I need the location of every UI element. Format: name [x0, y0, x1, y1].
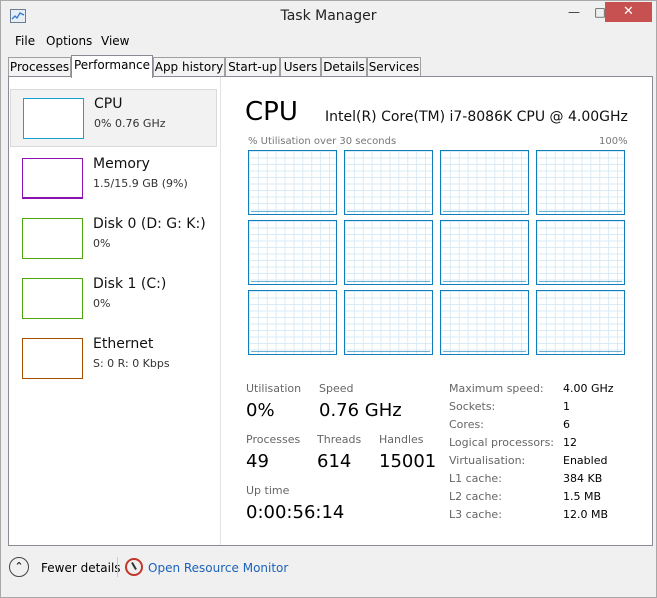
disk-1-thumbnail-graph [22, 278, 83, 319]
logical-processor-graph [536, 220, 625, 285]
resource-subtitle: 0% 0.76 GHz [94, 117, 166, 130]
menu-options[interactable]: Options [46, 34, 92, 48]
resource-subtitle: S: 0 R: 0 Kbps [93, 357, 170, 370]
logical-processor-graphs[interactable] [248, 150, 628, 356]
resource-item-disk-1[interactable]: Disk 1 (C:) 0% [10, 270, 217, 328]
menu-view[interactable]: View [101, 34, 129, 48]
cpu-thumbnail-graph [23, 98, 84, 139]
logical-processor-graph [248, 290, 337, 355]
resource-subtitle: 1.5/15.9 GB (9%) [93, 177, 188, 190]
resource-list: CPU 0% 0.76 GHz Memory 1.5/15.9 GB (9%) … [9, 77, 221, 545]
info-row: L1 cache: 384 KB [449, 472, 649, 490]
utilisation-value: 0% [246, 400, 275, 421]
speed-value: 0.76 GHz [319, 400, 402, 421]
info-key: Sockets: [449, 400, 496, 413]
minimize-button[interactable]: — [561, 2, 587, 22]
info-key: L1 cache: [449, 472, 502, 485]
info-row: Logical processors: 12 [449, 436, 649, 454]
title-bar[interactable]: Task Manager — □ ✕ [1, 1, 656, 32]
graph-caption: % Utilisation over 30 seconds [248, 136, 397, 147]
window-title: Task Manager [280, 8, 377, 24]
info-value: 1 [563, 400, 570, 413]
info-key: Cores: [449, 418, 484, 431]
info-row: Sockets: 1 [449, 400, 649, 418]
cpu-detail-pane: CPU Intel(R) Core(TM) i7-8086K CPU @ 4.0… [231, 77, 651, 545]
handles-value: 15001 [379, 451, 437, 472]
memory-thumbnail-graph [22, 158, 83, 199]
resource-title: Disk 1 (C:) [93, 276, 167, 292]
processes-label: Processes [246, 433, 301, 446]
resource-item-memory[interactable]: Memory 1.5/15.9 GB (9%) [10, 150, 217, 208]
footer-bar: ⌃ Fewer details Open Resource Monitor [1, 547, 656, 597]
info-key: Logical processors: [449, 436, 555, 449]
fewer-details-button[interactable]: Fewer details [41, 561, 121, 575]
tab-app-history[interactable]: App history [153, 57, 225, 77]
footer-divider [117, 557, 118, 577]
resource-title: Memory [93, 156, 150, 172]
resource-title: Ethernet [93, 336, 154, 352]
processes-value: 49 [246, 451, 269, 472]
resource-title: Disk 0 (D: G: K:) [93, 216, 206, 232]
utilisation-label: Utilisation [246, 382, 302, 395]
menu-file[interactable]: File [15, 34, 35, 48]
info-row: Virtualisation: Enabled [449, 454, 649, 472]
tab-processes[interactable]: Processes [8, 57, 71, 77]
speed-label: Speed [319, 382, 354, 395]
info-key: L2 cache: [449, 490, 502, 503]
info-value: 1.5 MB [563, 490, 602, 503]
logical-processor-graph [440, 220, 529, 285]
resource-item-ethernet[interactable]: Ethernet S: 0 R: 0 Kbps [10, 330, 217, 388]
uptime-label: Up time [246, 484, 290, 497]
resource-monitor-icon [125, 558, 143, 576]
resource-subtitle: 0% [93, 297, 111, 310]
handles-label: Handles [379, 433, 424, 446]
detail-title: CPU [245, 97, 298, 127]
threads-value: 614 [317, 451, 352, 472]
threads-label: Threads [317, 433, 362, 446]
menu-bar: File Options View [1, 32, 656, 52]
info-value: 12.0 MB [563, 508, 609, 521]
tab-services[interactable]: Services [367, 57, 421, 77]
resource-subtitle: 0% [93, 237, 111, 250]
logical-processor-graph [344, 150, 433, 215]
graph-max-label: 100% [599, 136, 628, 147]
info-value: Enabled [563, 454, 608, 467]
uptime-value: 0:00:56:14 [246, 502, 345, 523]
logical-processor-graph [440, 150, 529, 215]
task-manager-window: Task Manager — □ ✕ File Options View Pro… [0, 0, 657, 598]
info-value: 6 [563, 418, 570, 431]
tab-details[interactable]: Details [321, 57, 367, 77]
info-value: 12 [563, 436, 577, 449]
info-key: Maximum speed: [449, 382, 544, 395]
info-value: 4.00 GHz [563, 382, 614, 395]
cpu-model-name: Intel(R) Core(TM) i7-8086K CPU @ 4.00GHz [325, 109, 628, 125]
tab-startup[interactable]: Start-up [225, 57, 280, 77]
info-row: L3 cache: 12.0 MB [449, 508, 649, 526]
info-value: 384 KB [563, 472, 603, 485]
open-resource-monitor-link[interactable]: Open Resource Monitor [148, 561, 288, 575]
logical-processor-graph [344, 290, 433, 355]
chevron-up-icon[interactable]: ⌃ [9, 557, 29, 577]
tab-performance[interactable]: Performance [71, 55, 153, 78]
disk-0-thumbnail-graph [22, 218, 83, 259]
close-button[interactable]: ✕ [605, 2, 652, 22]
logical-processor-graph [536, 290, 625, 355]
logical-processor-graph [440, 290, 529, 355]
info-row: Cores: 6 [449, 418, 649, 436]
ethernet-thumbnail-graph [22, 338, 83, 379]
info-key: Virtualisation: [449, 454, 526, 467]
info-row: Maximum speed: 4.00 GHz [449, 382, 649, 400]
logical-processor-graph [536, 150, 625, 215]
resource-item-disk-0[interactable]: Disk 0 (D: G: K:) 0% [10, 210, 217, 268]
resource-title: CPU [94, 96, 123, 112]
info-key: L3 cache: [449, 508, 502, 521]
resource-item-cpu[interactable]: CPU 0% 0.76 GHz [10, 89, 217, 147]
logical-processor-graph [248, 220, 337, 285]
tab-strip: Processes Performance App history Start-… [8, 55, 653, 78]
info-row: L2 cache: 1.5 MB [449, 490, 649, 508]
logical-processor-graph [248, 150, 337, 215]
logical-processor-graph [344, 220, 433, 285]
tab-users[interactable]: Users [280, 57, 321, 77]
performance-panel: CPU 0% 0.76 GHz Memory 1.5/15.9 GB (9%) … [8, 76, 653, 546]
